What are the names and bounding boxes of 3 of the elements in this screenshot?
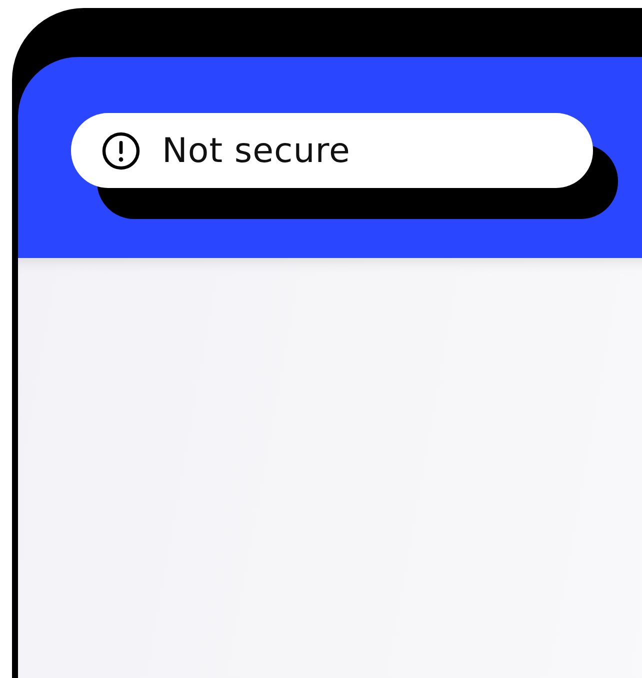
address-bar[interactable]: Not secure — [71, 113, 593, 188]
warning-icon — [101, 130, 141, 170]
security-status-text: Not secure — [162, 130, 350, 170]
